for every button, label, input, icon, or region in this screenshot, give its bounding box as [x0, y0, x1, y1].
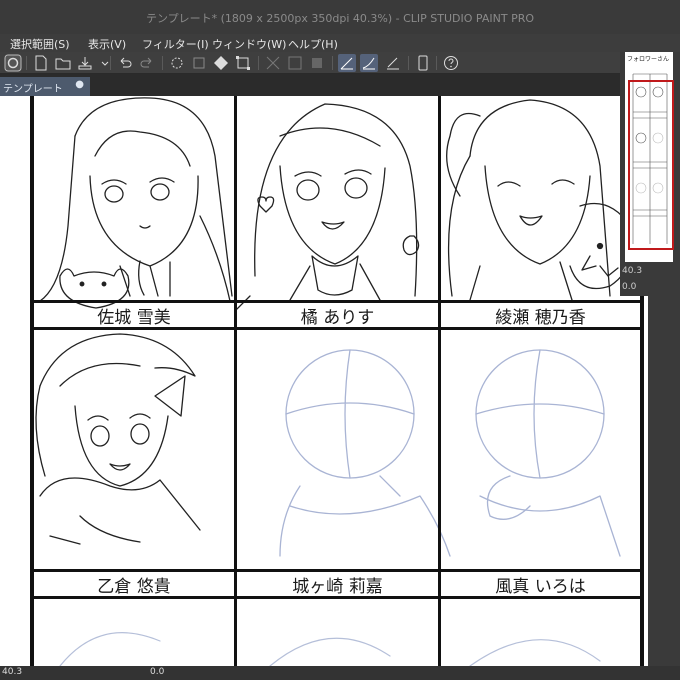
- menu-window[interactable]: ウィンドウ(W): [212, 36, 286, 52]
- sketch-yukimi: [39, 97, 233, 309]
- document-tab-bar: テンプレート ●: [0, 74, 680, 96]
- menu-view[interactable]: 表示(V): [88, 36, 126, 52]
- navigator-panel: フォロワーさん 40.3 0.0: [620, 52, 680, 296]
- fill-icon[interactable]: [212, 54, 230, 72]
- document-modified-marker: ●: [75, 79, 84, 90]
- sketch-yuki: [35, 333, 201, 545]
- clip-studio-logo-icon[interactable]: [4, 54, 22, 72]
- status-rotation[interactable]: 0.0: [150, 667, 164, 677]
- stabilizer-icon[interactable]: [360, 54, 378, 72]
- command-bar: [0, 52, 680, 74]
- status-zoom[interactable]: 40.3: [2, 667, 22, 677]
- help-icon[interactable]: [442, 54, 460, 72]
- menu-bar: 選択範囲(S) 表示(V) フィルター(I) ウィンドウ(W) ヘルプ(H): [0, 34, 680, 52]
- guide-sketch-5: [279, 349, 451, 557]
- menu-filter[interactable]: フィルター(I): [142, 36, 209, 52]
- pen-pressure-icon[interactable]: [338, 54, 356, 72]
- document-tab-label: テンプレート: [3, 84, 63, 95]
- sketch-arisu: [236, 103, 420, 310]
- name-label: 城ヶ崎 莉嘉: [292, 577, 383, 597]
- status-bar: 40.3 0.0: [0, 666, 680, 680]
- redo-icon[interactable]: [138, 54, 156, 72]
- name-label: 乙倉 悠貴: [97, 577, 171, 597]
- navigator-view-frame[interactable]: [628, 80, 674, 250]
- template-page[interactable]: 佐城 雪美 橘 ありす 綾瀬 穂乃香 乙倉 悠貴 城ヶ崎 莉嘉 風真 いろは: [0, 96, 648, 666]
- device-icon[interactable]: [414, 54, 432, 72]
- name-label: 風真 いろは: [495, 577, 586, 597]
- guide-sketch-6: [475, 349, 621, 557]
- clear-icon[interactable]: [168, 54, 186, 72]
- menu-select[interactable]: 選択範囲(S): [10, 36, 70, 52]
- grid-toggle-icon[interactable]: [264, 54, 282, 72]
- canvas-area[interactable]: 佐城 雪美 橘 ありす 綾瀬 穂乃香 乙倉 悠貴 城ヶ崎 莉嘉 風真 いろは: [0, 96, 680, 666]
- name-label: 綾瀬 穂乃香: [495, 308, 586, 328]
- navigator-zoom[interactable]: 40.3: [622, 266, 642, 276]
- save-icon[interactable]: [76, 54, 94, 72]
- navigator-preview[interactable]: フォロワーさん: [625, 52, 674, 262]
- transform-icon[interactable]: [234, 54, 252, 72]
- window-title: テンプレート* (1809 x 2500px 350dpi 40.3%) - C…: [145, 12, 535, 25]
- save-dropdown-chevron-icon[interactable]: [96, 54, 109, 72]
- document-tab[interactable]: テンプレート ●: [0, 77, 90, 96]
- clear-outside-icon[interactable]: [190, 54, 208, 72]
- name-label: 橘 ありす: [300, 308, 375, 328]
- ruler-icon[interactable]: [286, 54, 304, 72]
- open-file-icon[interactable]: [54, 54, 72, 72]
- snap-icon[interactable]: [384, 54, 402, 72]
- name-label: 佐城 雪美: [97, 308, 171, 328]
- title-bar: テンプレート* (1809 x 2500px 350dpi 40.3%) - C…: [0, 0, 680, 34]
- new-file-icon[interactable]: [32, 54, 50, 72]
- frame-icon[interactable]: [308, 54, 326, 72]
- guide-sketch-bottom: [59, 632, 601, 666]
- sketch-honoka: [446, 99, 634, 301]
- navigator-rotation[interactable]: 0.0: [622, 282, 636, 292]
- undo-icon[interactable]: [116, 54, 134, 72]
- menu-help[interactable]: ヘルプ(H): [288, 36, 338, 52]
